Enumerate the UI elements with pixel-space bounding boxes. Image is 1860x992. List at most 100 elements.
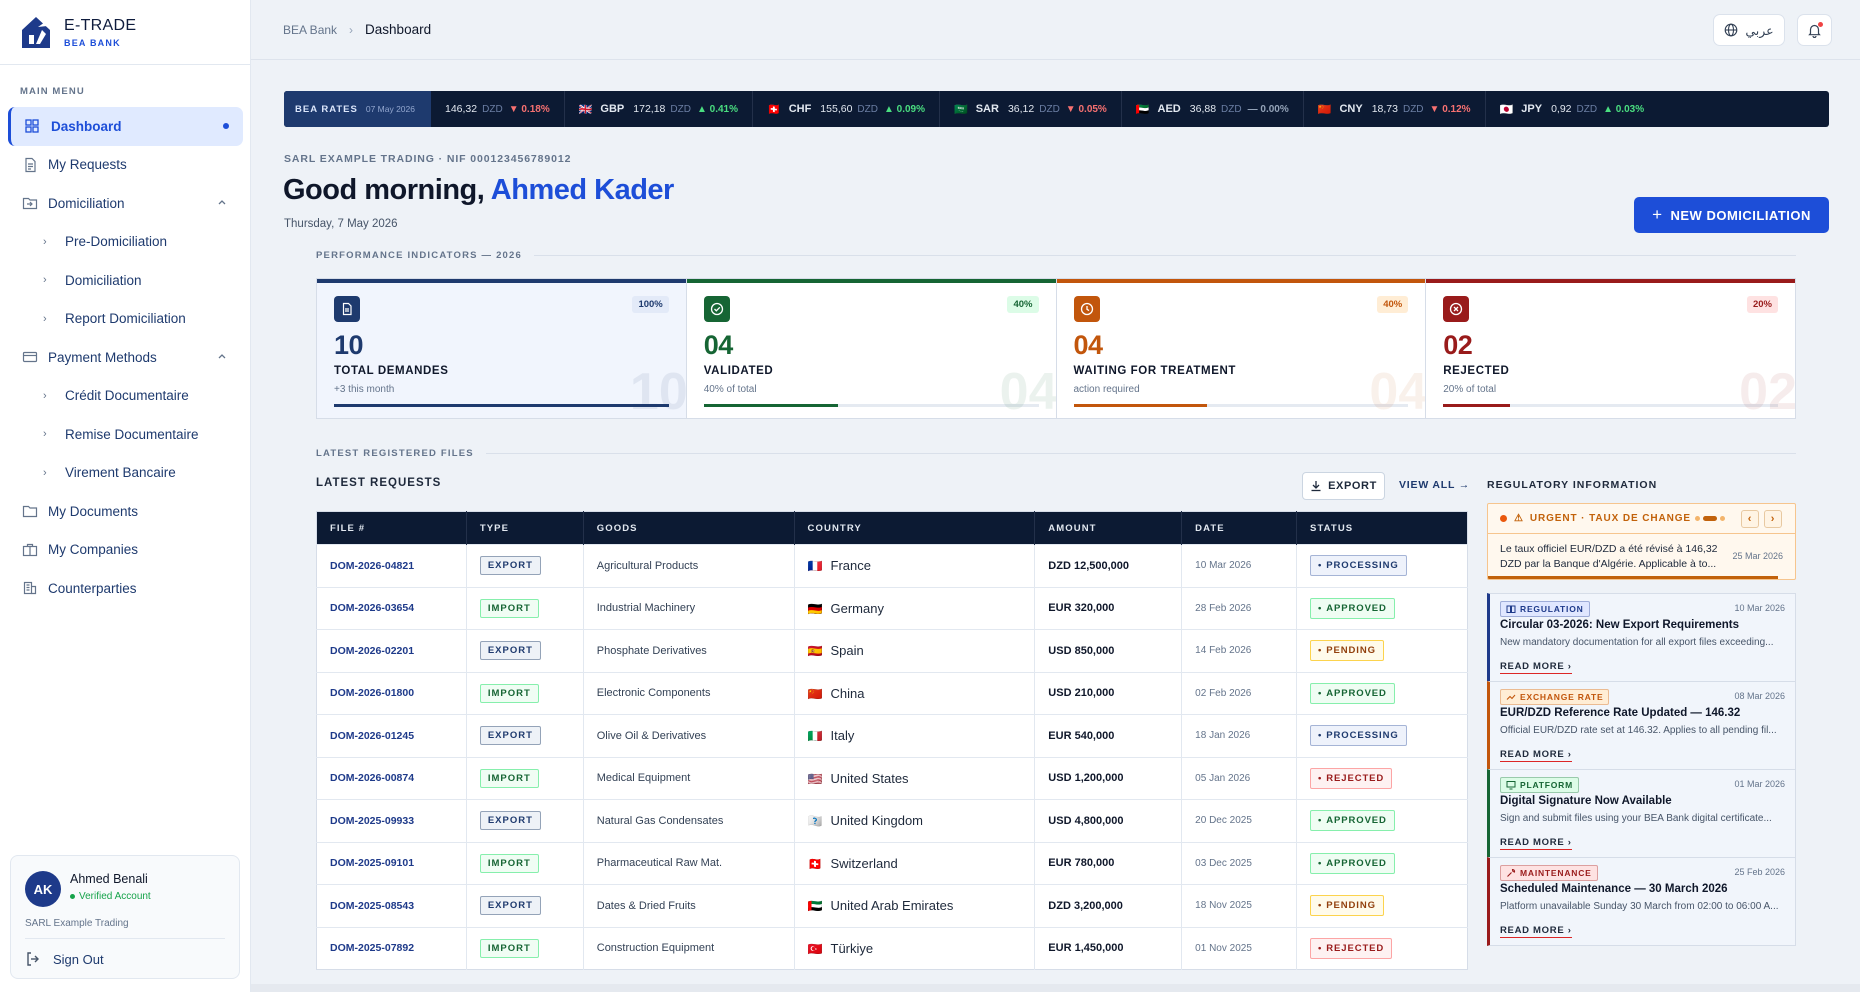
prev-arrow-icon[interactable]: ‹	[1741, 510, 1759, 528]
file-id-link[interactable]: DOM-2026-01245	[316, 714, 467, 757]
file-id-link[interactable]: DOM-2026-03654	[316, 586, 467, 630]
sidebar-item-remise-documentaire[interactable]: › Remise Documentaire	[0, 415, 251, 454]
read-more-link[interactable]: READ MORE ›	[1500, 837, 1572, 850]
flag-icon: 🇩🇪	[807, 601, 823, 616]
sign-out-button[interactable]: Sign Out	[25, 946, 104, 972]
language-button[interactable]: عربي	[1713, 14, 1785, 46]
table-row[interactable]: DOM-2026-04821 EXPORT Agricultural Product…	[316, 544, 1468, 587]
ticker-code: JPY	[1521, 103, 1543, 115]
kpi-section-header: PERFORMANCE INDICATORS — 2026	[316, 250, 1796, 261]
urgent-dot-icon	[1500, 515, 1507, 522]
export-button[interactable]: EXPORT	[1302, 472, 1385, 500]
table-row[interactable]: DOM-2025-09933 EXPORT Natural Gas Condensa…	[316, 799, 1468, 842]
flag-icon: 🇬🇧	[578, 103, 593, 116]
file-id-link[interactable]: DOM-2026-02201	[316, 629, 467, 672]
divider	[534, 255, 1796, 256]
notifications-button[interactable]	[1797, 14, 1832, 46]
table-row[interactable]: DOM-2026-02201 EXPORT Phosphate Derivative…	[316, 629, 1468, 672]
kpi-progress-fill	[1073, 404, 1208, 407]
news-card-exchange-rate[interactable]: EXCHANGE RATE 08 Mar 2026 EUR/DZD Referenc…	[1487, 681, 1796, 770]
brand[interactable]: E-TRADE BEA BANK	[20, 14, 136, 50]
column-header-status: STATUS	[1296, 511, 1468, 545]
table-row[interactable]: DOM-2026-03654 IMPORT Industrial Machinery…	[316, 586, 1468, 630]
view-all-link[interactable]: VIEW ALL →	[1399, 479, 1470, 491]
country-cell: 🇨🇳 China	[794, 671, 1036, 715]
table-row[interactable]: DOM-2025-07892 IMPORT Construction Equipme…	[316, 926, 1468, 970]
clock-icon	[1073, 296, 1100, 322]
chevron-right-icon: ›	[349, 22, 354, 37]
amount-cell: EUR 320,000	[1034, 586, 1183, 630]
sidebar-item-payment-methods[interactable]: Payment Methods	[0, 338, 251, 377]
news-title: Digital Signature Now Available	[1500, 795, 1672, 807]
goods-cell: Medical Equipment	[583, 756, 795, 800]
country-name: United Arab Emirates	[830, 898, 954, 914]
status-badge: APPROVED	[1310, 682, 1395, 704]
file-id-link[interactable]: DOM-2025-08543	[316, 884, 467, 927]
ticker-item-eur: 146,32 DZD ▼ 0.18%	[431, 91, 565, 127]
read-more-link[interactable]: READ MORE ›	[1500, 749, 1572, 762]
kpi-progress-track	[1443, 404, 1778, 407]
next-arrow-icon[interactable]: ›	[1764, 510, 1782, 528]
country-name: Türkiye	[830, 940, 874, 956]
goods-cell: Natural Gas Condensates	[583, 799, 795, 842]
sidebar-item-my-requests[interactable]: My Requests	[0, 146, 251, 185]
horizontal-scrollbar[interactable]	[251, 984, 1860, 992]
date-cell: 01 Nov 2025	[1181, 926, 1298, 970]
file-id-link[interactable]: DOM-2026-04821	[316, 544, 467, 587]
type-cell: IMPORT	[466, 926, 584, 970]
sidebar-item-dashboard[interactable]: Dashboard	[8, 107, 243, 146]
ticker-head: BEA RATES 07 May 2026	[284, 91, 431, 127]
file-id-link[interactable]: DOM-2026-00874	[316, 756, 467, 800]
kpi-accent-bar	[1426, 279, 1795, 283]
sidebar-item-domiciliation[interactable]: Domiciliation	[0, 184, 251, 223]
news-card-regulation[interactable]: REGULATION 10 Mar 2026 Circular 03-2026: N…	[1487, 593, 1796, 682]
ticker-code: GBP	[600, 103, 625, 115]
table-row[interactable]: DOM-2026-01245 EXPORT Olive Oil & Derivati…	[316, 714, 1468, 757]
news-card-platform[interactable]: PLATFORM 01 Mar 2026 Digital Signature Now…	[1487, 769, 1796, 858]
news-card-maintenance[interactable]: MAINTENANCE 25 Feb 2026 Scheduled Maintena…	[1487, 857, 1796, 946]
sidebar-item-my-documents[interactable]: My Documents	[0, 492, 251, 531]
sidebar-item-credit-documentaire[interactable]: › Crédit Documentaire	[0, 377, 251, 416]
avatar[interactable]: AK	[25, 871, 61, 907]
country-name: United States	[830, 770, 909, 786]
sidebar-item-counterparties[interactable]: Counterparties	[0, 569, 251, 608]
sidebar-item-my-companies[interactable]: My Companies	[0, 531, 251, 570]
kpi-progress-fill	[334, 404, 669, 407]
sidebar-item-domiciliation[interactable]: › Domiciliation	[0, 261, 251, 300]
read-more-link[interactable]: READ MORE ›	[1500, 661, 1572, 674]
news-body: Sign and submit files using your BEA Ban…	[1500, 813, 1772, 824]
file-id-link[interactable]: DOM-2025-07892	[316, 926, 467, 970]
trend-icon	[1506, 692, 1520, 702]
urgent-notice[interactable]: ⚠ URGENT · TAUX DE CHANGE ‹ › Le taux of…	[1487, 503, 1796, 580]
sidebar-item-report-domiciliation[interactable]: › Report Domiciliation	[0, 300, 251, 339]
goods-cell: Dates & Dried Fruits	[583, 884, 795, 927]
breadcrumb-root[interactable]: BEA Bank	[283, 23, 337, 37]
flag-icon: 🇺🇸	[807, 771, 823, 786]
read-more-link[interactable]: READ MORE ›	[1500, 925, 1572, 938]
table-row[interactable]: DOM-2025-08543 EXPORT Dates & Dried Fruits…	[316, 884, 1468, 927]
kpi-card-validated[interactable]: 40% 04 VALIDATED 40% of total 04	[686, 279, 1057, 418]
kpi-progress-track	[1073, 404, 1409, 407]
type-cell: IMPORT	[466, 671, 584, 715]
sidebar-item-virement-bancaire[interactable]: › Virement Bancaire	[0, 454, 251, 493]
wrench-icon	[1506, 868, 1520, 878]
ticker-unit: DZD	[1576, 103, 1598, 115]
file-id-link[interactable]: DOM-2025-09933	[316, 799, 467, 842]
new-domiciliation-button[interactable]: + NEW DOMICILIATION	[1634, 197, 1829, 233]
kpi-card-total-demandes[interactable]: 100% 10 TOTAL DEMANDES +3 this month 10	[317, 279, 687, 418]
table-row[interactable]: DOM-2026-00874 IMPORT Medical Equipment 🇺🇸 U…	[316, 756, 1468, 800]
date-cell: 18 Nov 2025	[1181, 884, 1298, 927]
kpi-card-waiting-for-treatment[interactable]: 40% 04 WAITING FOR TREATMENT action require…	[1056, 279, 1427, 418]
ticker-value: 0,92	[1551, 103, 1572, 115]
news-tag-label: PLATFORM	[1520, 780, 1573, 790]
file-id-link[interactable]: DOM-2026-01800	[316, 671, 467, 715]
chevron-right-icon: ›	[43, 312, 47, 325]
table-row[interactable]: DOM-2026-01800 IMPORT Electronic Component…	[316, 671, 1468, 715]
sidebar-item-label: Payment Methods	[48, 349, 157, 365]
status-cell: PROCESSING	[1296, 714, 1468, 757]
kpi-card-rejected[interactable]: 20% 02 REJECTED 20% of total 02	[1426, 279, 1795, 418]
sidebar-item-pre-domiciliation[interactable]: › Pre-Domiciliation	[0, 223, 251, 262]
file-id-link[interactable]: DOM-2025-09101	[316, 841, 467, 885]
status-cell: REJECTED	[1296, 756, 1468, 800]
table-row[interactable]: DOM-2025-09101 IMPORT Pharmaceutical Raw M…	[316, 841, 1468, 885]
